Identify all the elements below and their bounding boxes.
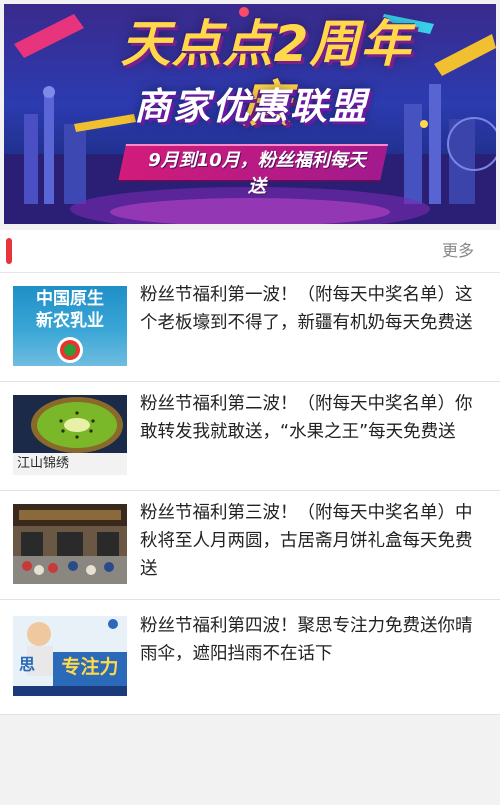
thumb-text: 江山锦绣	[17, 456, 70, 471]
article-title: 粉丝节福利第一波！（附每天中奖名单）这个老板壕到不得了，新疆有机奶每天免费送	[140, 285, 473, 333]
milk-logo-icon	[57, 337, 83, 363]
article-thumbnail-1: 中国原生 新农乳业	[13, 286, 127, 366]
banner-ribbon-text: 9月到10月，粉丝福利每天送	[148, 150, 366, 197]
storefront-photo-icon	[13, 504, 127, 584]
article-thumbnail-3	[13, 504, 127, 584]
banner-subtitle: 商家优惠联盟	[134, 85, 368, 128]
more-link[interactable]: 更多	[442, 239, 474, 263]
article-title: 粉丝节福利第三波！（附每天中奖名单）中秋将至人月两圆，古居斋月饼礼盒每天免费送	[140, 503, 473, 579]
article-title: 粉丝节福利第四波！聚思专注力免费送你晴雨伞，遮阳挡雨不在话下	[140, 616, 473, 664]
thumb-text: 专注力	[61, 656, 119, 678]
article-item-2[interactable]: 江山锦绣 粉丝节福利第二波！（附每天中奖名单）你敢转发我就敢送，“水果之王”每天…	[0, 382, 500, 491]
article-thumbnail-4: 思 专注力	[13, 616, 127, 696]
section-header: 更多	[0, 230, 500, 273]
thumb-text: 思	[19, 655, 36, 674]
section-marker	[6, 238, 12, 264]
page: 天点点2周年庆 商家优惠联盟 9月到10月，粉丝福利每天送 更多 中国原生 新农…	[0, 0, 500, 805]
article-item-1[interactable]: 中国原生 新农乳业 粉丝节福利第一波！（附每天中奖名单）这个老板壕到不得了，新疆…	[0, 273, 500, 382]
article-item-3[interactable]: 粉丝节福利第三波！（附每天中奖名单）中秋将至人月两圆，古居斋月饼礼盒每天免费送	[0, 491, 500, 600]
article-title: 粉丝节福利第二波！（附每天中奖名单）你敢转发我就敢送，“水果之王”每天免费送	[140, 394, 473, 442]
article-list: 中国原生 新农乳业 粉丝节福利第一波！（附每天中奖名单）这个老板壕到不得了，新疆…	[0, 273, 500, 715]
article-thumbnail-2: 江山锦绣	[13, 395, 127, 475]
article-item-4[interactable]: 思 专注力 粉丝节福利第四波！聚思专注力免费送你晴雨伞，遮阳挡雨不在话下	[0, 600, 500, 715]
promo-banner[interactable]: 天点点2周年庆 商家优惠联盟 9月到10月，粉丝福利每天送	[4, 4, 496, 224]
